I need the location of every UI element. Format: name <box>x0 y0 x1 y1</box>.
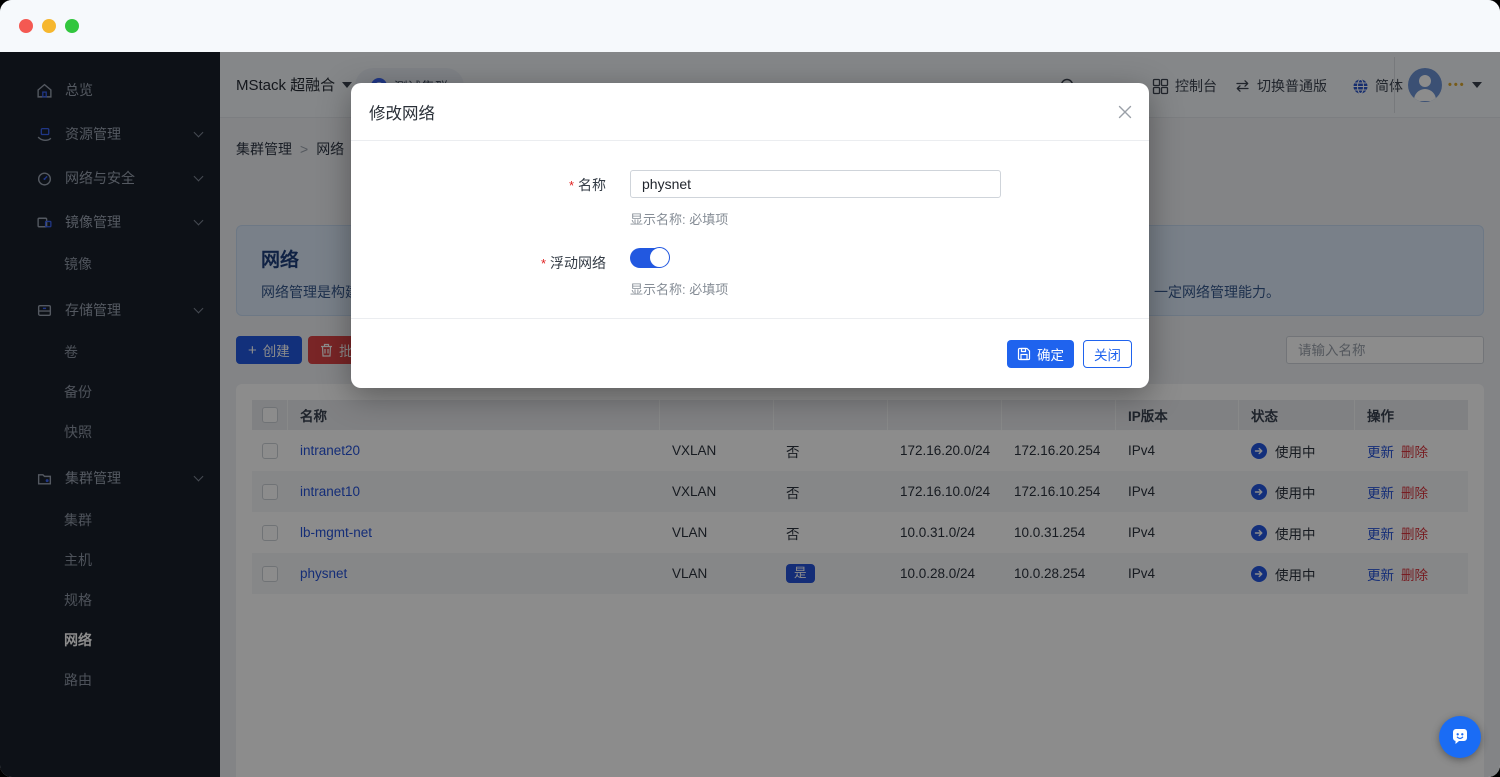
modal-footer: 确定 关闭 <box>351 318 1149 388</box>
modal-header: 修改网络 <box>351 83 1149 141</box>
name-form-row: *名称 显示名称: 必填项 <box>351 170 1149 228</box>
name-field-help: 显示名称: 必填项 <box>630 212 729 227</box>
modal-title: 修改网络 <box>369 104 435 123</box>
close-window-button[interactable] <box>19 19 33 33</box>
name-input[interactable] <box>630 170 1001 198</box>
floating-network-toggle[interactable] <box>630 247 670 268</box>
floating-field-label: * 浮动网络 <box>540 255 606 271</box>
toggle-knob <box>649 247 670 268</box>
support-chat-button[interactable] <box>1439 716 1481 758</box>
name-field-label: * 名称 <box>568 177 606 193</box>
required-asterisk: * <box>540 256 546 271</box>
edit-network-modal: 修改网络 *名称 显示名称: 必填项 *浮动网络 显示名称: 必填项 <box>351 83 1149 388</box>
required-asterisk: * <box>568 178 574 193</box>
chat-smiley-icon <box>1453 729 1467 744</box>
close-button[interactable]: 关闭 <box>1083 339 1132 368</box>
macos-titlebar <box>0 0 1500 52</box>
floating-network-form-row: * 浮动网络 显示名称: 必填项 <box>351 247 1149 298</box>
minimize-window-button[interactable] <box>42 19 56 33</box>
floating-field-help: 显示名称: 必填项 <box>630 282 729 297</box>
save-icon <box>1017 347 1031 360</box>
traffic-lights <box>19 19 79 33</box>
app-window: 总览 资源管理 网络与安全 镜像管理 镜像 存储管理 卷 备份 快照 集群管理 … <box>0 0 1500 777</box>
confirm-button[interactable]: 确定 <box>1007 339 1074 368</box>
close-icon <box>1118 105 1132 119</box>
modal-body: *名称 显示名称: 必填项 *浮动网络 显示名称: 必填项 <box>351 141 1149 298</box>
zoom-window-button[interactable] <box>65 19 79 33</box>
modal-close-button[interactable] <box>1115 102 1135 122</box>
